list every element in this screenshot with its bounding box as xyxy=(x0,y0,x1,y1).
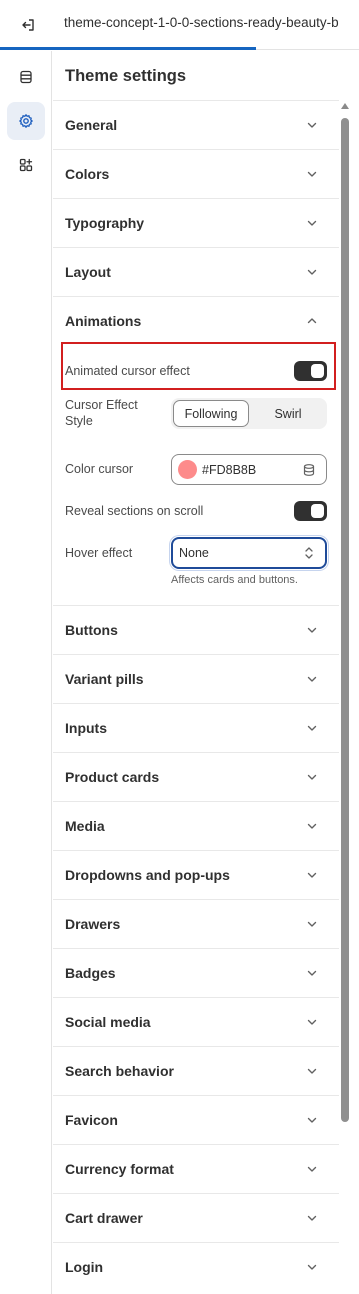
chevron-down-icon xyxy=(307,269,317,275)
color-cursor-label: Color cursor xyxy=(65,462,134,476)
cursor-style-label: Cursor Effect Style xyxy=(65,398,138,428)
section-label: Colors xyxy=(65,166,110,182)
theme-settings-panel: Theme settings General Colors Typography… xyxy=(53,51,339,1294)
section-label: Currency format xyxy=(65,1161,174,1177)
reveal-sections-toggle[interactable] xyxy=(294,501,327,521)
chevron-down-icon xyxy=(307,774,317,780)
chevron-down-icon xyxy=(307,725,317,731)
top-bar: theme-concept-1-0-0-sections-ready-beaut… xyxy=(0,0,359,50)
chevron-down-icon xyxy=(307,627,317,633)
chevron-down-icon xyxy=(307,1166,317,1172)
gear-icon xyxy=(19,114,33,128)
section-label: Media xyxy=(65,818,105,834)
section-general[interactable]: General xyxy=(53,100,339,149)
section-label: Favicon xyxy=(65,1112,118,1128)
chevron-down-icon xyxy=(307,970,317,976)
toggle-knob xyxy=(311,504,324,518)
cursor-style-following[interactable]: Following xyxy=(173,400,249,427)
section-cart-drawer[interactable]: Cart drawer xyxy=(53,1193,339,1242)
section-label: Badges xyxy=(65,965,116,981)
toggle-knob xyxy=(311,364,324,378)
section-label: Drawers xyxy=(65,916,121,932)
section-label: Variant pills xyxy=(65,671,144,687)
section-label: Social media xyxy=(65,1014,151,1030)
color-cursor-field[interactable]: #FD8B8B xyxy=(171,454,327,485)
panel-title: Theme settings xyxy=(65,67,187,85)
section-typography[interactable]: Typography xyxy=(53,198,339,247)
hover-effect-help: Affects cards and buttons. xyxy=(171,574,298,586)
chevron-down-icon xyxy=(307,122,317,128)
section-product-cards[interactable]: Product cards xyxy=(53,752,339,801)
chevron-down-icon xyxy=(307,1117,317,1123)
section-label: Typography xyxy=(65,215,145,231)
chevron-down-icon xyxy=(307,1215,317,1221)
chevron-down-icon xyxy=(307,921,317,927)
section-label: Inputs xyxy=(65,720,107,736)
chevron-down-icon xyxy=(307,220,317,226)
section-badges[interactable]: Badges xyxy=(53,948,339,997)
rail-apps-button[interactable] xyxy=(7,146,45,184)
sections-icon xyxy=(20,70,32,84)
chevron-down-icon xyxy=(307,171,317,177)
left-rail xyxy=(0,51,52,1294)
section-favicon[interactable]: Favicon xyxy=(53,1095,339,1144)
apps-icon xyxy=(19,158,33,172)
section-media[interactable]: Media xyxy=(53,801,339,850)
database-icon[interactable] xyxy=(302,463,316,477)
section-label: Search behavior xyxy=(65,1063,174,1079)
hover-effect-value: None xyxy=(179,546,209,560)
section-login[interactable]: Login xyxy=(53,1242,339,1291)
rail-sections-button[interactable] xyxy=(7,58,45,96)
theme-name: theme-concept-1-0-0-sections-ready-beaut… xyxy=(64,15,339,30)
section-label: Product cards xyxy=(65,769,160,785)
chevron-down-icon xyxy=(307,1068,317,1074)
chevron-down-icon xyxy=(307,676,317,682)
section-buttons[interactable]: Buttons xyxy=(53,605,339,654)
animated-cursor-label: Animated cursor effect xyxy=(65,364,190,378)
color-swatch[interactable] xyxy=(178,460,197,479)
section-currency-format[interactable]: Currency format xyxy=(53,1144,339,1193)
chevron-down-icon xyxy=(307,823,317,829)
section-inputs[interactable]: Inputs xyxy=(53,703,339,752)
select-arrows-icon xyxy=(305,547,313,559)
section-variant-pills[interactable]: Variant pills xyxy=(53,654,339,703)
section-label: Dropdowns and pop-ups xyxy=(65,867,230,883)
loading-bar xyxy=(0,47,256,50)
chevron-up-icon xyxy=(307,318,317,324)
section-label: Cart drawer xyxy=(65,1210,143,1226)
section-label: Animations xyxy=(65,313,142,329)
section-drawers[interactable]: Drawers xyxy=(53,899,339,948)
exit-icon xyxy=(22,19,34,31)
section-social-media[interactable]: Social media xyxy=(53,997,339,1046)
scroll-up-arrow[interactable] xyxy=(341,103,349,109)
color-cursor-value[interactable]: #FD8B8B xyxy=(202,463,256,477)
exit-button[interactable] xyxy=(14,11,42,39)
reveal-sections-label: Reveal sections on scroll xyxy=(65,504,204,518)
cursor-style-segmented-control: Following Swirl xyxy=(171,398,327,429)
section-colors[interactable]: Colors xyxy=(53,149,339,198)
chevron-down-icon xyxy=(307,872,317,878)
rail-theme-settings-button[interactable] xyxy=(7,102,45,140)
section-dropdowns-popups[interactable]: Dropdowns and pop-ups xyxy=(53,850,339,899)
section-label: Layout xyxy=(65,264,111,280)
chevron-down-icon xyxy=(307,1019,317,1025)
section-search-behavior[interactable]: Search behavior xyxy=(53,1046,339,1095)
hover-effect-label: Hover effect xyxy=(65,546,133,560)
scrollbar-thumb[interactable] xyxy=(341,118,349,1122)
section-layout[interactable]: Layout xyxy=(53,247,339,296)
animated-cursor-toggle[interactable] xyxy=(294,361,327,381)
section-label: Login xyxy=(65,1259,104,1275)
chevron-down-icon xyxy=(307,1264,317,1270)
section-label: Buttons xyxy=(65,622,118,638)
section-label: General xyxy=(65,117,118,133)
cursor-style-swirl[interactable]: Swirl xyxy=(251,400,325,427)
hover-effect-select[interactable]: None xyxy=(171,537,327,569)
section-animations[interactable]: Animations xyxy=(53,296,339,345)
